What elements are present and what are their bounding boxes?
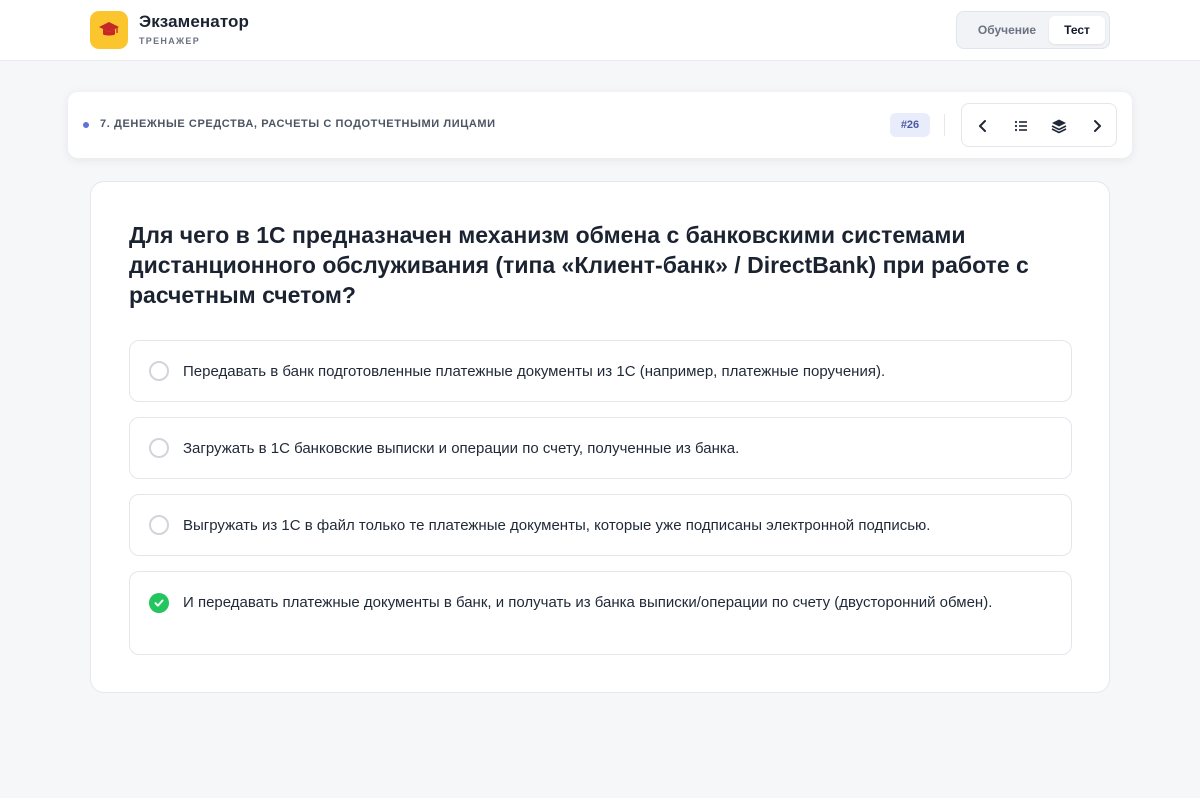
answer-option-selected[interactable]: И передавать платежные документы в банк,… <box>129 571 1072 655</box>
check-circle-icon <box>149 593 169 613</box>
answer-option[interactable]: Передавать в банк подготовленные платежн… <box>129 340 1072 402</box>
question-text: Для чего в 1С предназначен механизм обме… <box>129 222 1029 308</box>
app-header: Экзаменатор ТРЕНАЖЕР Обучение Тест <box>0 0 1200 61</box>
app-logo <box>90 11 128 49</box>
mode-test-button[interactable]: Тест <box>1049 16 1105 44</box>
chevron-right-icon <box>1094 120 1101 132</box>
divider <box>944 114 945 136</box>
question-list-button[interactable] <box>1006 111 1036 141</box>
question-card: Для чего в 1С предназначен механизм обме… <box>90 181 1110 693</box>
list-icon <box>1014 120 1027 132</box>
answer-option-text: И передавать платежные документы в банк,… <box>183 594 993 611</box>
radio-unchecked-icon <box>149 515 169 535</box>
next-question-button[interactable] <box>1082 111 1112 141</box>
prev-question-button[interactable] <box>968 111 998 141</box>
radio-unchecked-icon <box>149 438 169 458</box>
answer-option[interactable]: Загружать в 1С банковские выписки и опер… <box>129 417 1072 479</box>
answer-option-text: Выгружать из 1С в файл только те платежн… <box>183 517 931 534</box>
question-navigation <box>961 103 1117 147</box>
topic-bar: 7. ДЕНЕЖНЫЕ СРЕДСТВА, РАСЧЕТЫ С ПОДОТЧЕТ… <box>68 92 1132 158</box>
layers-button[interactable] <box>1044 111 1074 141</box>
app-subtitle: ТРЕНАЖЕР <box>139 36 201 46</box>
answer-option[interactable]: Выгружать из 1С в файл только те платежн… <box>129 494 1072 556</box>
answer-option-text: Загружать в 1С банковские выписки и опер… <box>183 440 740 457</box>
app-title: Экзаменатор <box>139 12 250 31</box>
mode-switch: Обучение Тест <box>956 11 1110 49</box>
radio-unchecked-icon <box>149 361 169 381</box>
chevron-left-icon <box>979 120 986 132</box>
topic-bullet <box>83 122 89 128</box>
question-number-badge: #26 <box>890 113 930 137</box>
layers-icon <box>1051 119 1067 134</box>
answer-option-text: Передавать в банк подготовленные платежн… <box>183 363 886 380</box>
topic-title: 7. ДЕНЕЖНЫЕ СРЕДСТВА, РАСЧЕТЫ С ПОДОТЧЕТ… <box>100 118 496 130</box>
mode-learn-button[interactable]: Обучение <box>963 16 1051 44</box>
graduation-cap-icon <box>99 22 119 36</box>
